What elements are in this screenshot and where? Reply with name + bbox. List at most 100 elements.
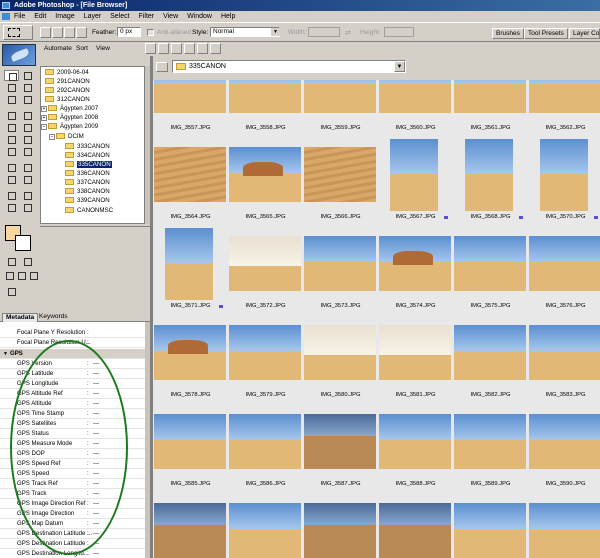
- subtract-selection-button[interactable]: [64, 27, 75, 38]
- thumbnail-image[interactable]: [390, 139, 438, 211]
- thumbnail[interactable]: IMG_3586.JPG: [228, 402, 303, 491]
- thumbnail[interactable]: IMG_3559.JPG: [303, 80, 378, 135]
- thumbnail-image[interactable]: [379, 236, 451, 291]
- thumbnail[interactable]: IMG_3576.JPG: [528, 224, 600, 313]
- height-input[interactable]: [384, 27, 414, 37]
- thumbnail-image[interactable]: [304, 147, 376, 202]
- feather-input[interactable]: 0 px: [117, 27, 141, 37]
- tab-tool-presets[interactable]: Tool Presets: [524, 28, 568, 39]
- thumbnail-image[interactable]: [454, 80, 526, 113]
- metadata-section-gps[interactable]: ▼ GPS: [0, 349, 145, 359]
- thumbnail[interactable]: IMG_3583.JPG: [528, 313, 600, 402]
- notes-tool[interactable]: [4, 190, 19, 201]
- thumbnail[interactable]: IMG_3560.JPG: [378, 80, 453, 135]
- type-tool[interactable]: [20, 162, 35, 173]
- thumbnail[interactable]: IMG_3594.JPG: [303, 491, 378, 558]
- magic-wand-tool[interactable]: [20, 82, 35, 93]
- thumbnail-image[interactable]: [379, 414, 451, 469]
- thumbnail[interactable]: IMG_3570.JPG: [528, 135, 600, 224]
- tree-item[interactable]: 292CANON: [45, 87, 90, 96]
- thumbnail-image[interactable]: [379, 80, 451, 113]
- eraser-tool[interactable]: [4, 134, 19, 145]
- menu-image[interactable]: Image: [55, 11, 74, 22]
- move-tool[interactable]: [20, 70, 35, 81]
- add-selection-button[interactable]: [52, 27, 63, 38]
- history-step-icon[interactable]: [145, 43, 156, 54]
- thumbnail-image[interactable]: [454, 503, 526, 558]
- thumbnail-image[interactable]: [229, 503, 301, 558]
- expand-icon[interactable]: +: [41, 115, 47, 121]
- thumbnail-image[interactable]: [154, 503, 226, 558]
- tree-item[interactable]: 336CANON: [65, 170, 110, 179]
- tab-brushes[interactable]: Brushes: [492, 28, 524, 39]
- thumbnail[interactable]: IMG_3597.JPG: [528, 491, 600, 558]
- thumbnail-image[interactable]: [154, 147, 226, 202]
- automate-menu[interactable]: Automate: [44, 42, 72, 56]
- thumbnail-image[interactable]: [304, 414, 376, 469]
- chevron-down-icon[interactable]: ▼: [394, 61, 405, 72]
- thumbnail[interactable]: IMG_3580.JPG: [303, 313, 378, 402]
- thumbnail-image[interactable]: [529, 325, 600, 380]
- thumbnail[interactable]: IMG_3592.JPG: [153, 491, 228, 558]
- clone-stamp-tool[interactable]: [4, 122, 19, 133]
- thumbnail[interactable]: IMG_3561.JPG: [453, 80, 528, 135]
- healing-brush-tool[interactable]: [4, 110, 19, 121]
- up-folder-button[interactable]: [156, 62, 168, 72]
- thumbnail-image[interactable]: [379, 503, 451, 558]
- history-step-icon[interactable]: [171, 43, 182, 54]
- crop-tool[interactable]: [4, 94, 19, 105]
- marquee-tool[interactable]: [4, 70, 19, 81]
- zoom-tool[interactable]: [20, 202, 35, 213]
- tab-keywords[interactable]: Keywords: [36, 313, 71, 322]
- tree-item[interactable]: − DCIM: [49, 133, 84, 142]
- thumbnail-image[interactable]: [454, 414, 526, 469]
- thumbnail-image[interactable]: [379, 325, 451, 380]
- menu-file[interactable]: File: [14, 11, 25, 22]
- menu-filter[interactable]: Filter: [139, 11, 155, 22]
- tab-layer-comps[interactable]: Layer Com: [569, 28, 600, 39]
- thumbnail-image[interactable]: [154, 325, 226, 380]
- thumbnail[interactable]: IMG_3567.JPG: [378, 135, 453, 224]
- thumbnail-image[interactable]: [165, 228, 213, 300]
- expand-icon[interactable]: +: [41, 106, 47, 112]
- tree-item[interactable]: + Ägypten 2007: [41, 105, 98, 114]
- thumbnail[interactable]: IMG_3571.JPG: [153, 224, 228, 313]
- screen-mode-standard-button[interactable]: [2, 270, 14, 281]
- view-menu[interactable]: View: [96, 42, 110, 56]
- tree-item[interactable]: 334CANON: [65, 152, 110, 161]
- width-input[interactable]: [308, 27, 340, 37]
- swap-dimensions-icon[interactable]: ⇄: [345, 29, 351, 37]
- location-dropdown[interactable]: 335CANON ▼: [172, 60, 406, 73]
- tool-preset-picker[interactable]: [3, 25, 33, 40]
- thumbnail[interactable]: IMG_3590.JPG: [528, 402, 600, 491]
- blur-tool[interactable]: [4, 146, 19, 157]
- thumbnail-image[interactable]: [529, 236, 600, 291]
- thumbnail[interactable]: IMG_3593.JPG: [228, 491, 303, 558]
- tree-item[interactable]: CANONMSC: [65, 207, 113, 216]
- thumbnail-image[interactable]: [304, 325, 376, 380]
- tree-item[interactable]: 337CANON: [65, 179, 110, 188]
- menu-layer[interactable]: Layer: [84, 11, 102, 22]
- thumbnail[interactable]: IMG_3568.JPG: [453, 135, 528, 224]
- thumbnail[interactable]: IMG_3573.JPG: [303, 224, 378, 313]
- tree-item[interactable]: 338CANON: [65, 188, 110, 197]
- thumbnail[interactable]: IMG_3579.JPG: [228, 313, 303, 402]
- intersect-selection-button[interactable]: [76, 27, 87, 38]
- background-color-swatch[interactable]: [15, 235, 31, 251]
- thumbnail-image[interactable]: [154, 414, 226, 469]
- thumbnail-image[interactable]: [304, 503, 376, 558]
- thumbnail[interactable]: IMG_3595.JPG: [378, 491, 453, 558]
- thumbnail-image[interactable]: [529, 414, 600, 469]
- gradient-tool[interactable]: [20, 134, 35, 145]
- thumbnail-image[interactable]: [540, 139, 588, 211]
- tree-item[interactable]: − Ägypten 2009: [41, 123, 98, 132]
- thumbnail[interactable]: IMG_3566.JPG: [303, 135, 378, 224]
- screen-mode-menu-button[interactable]: [14, 270, 26, 281]
- lasso-tool[interactable]: [4, 82, 19, 93]
- thumbnail[interactable]: IMG_3557.JPG: [153, 80, 228, 135]
- menu-window[interactable]: Window: [187, 11, 212, 22]
- menu-view[interactable]: View: [163, 11, 178, 22]
- tree-item[interactable]: + Ägypten 2008: [41, 114, 98, 123]
- history-brush-tool[interactable]: [20, 122, 35, 133]
- slice-tool[interactable]: [20, 94, 35, 105]
